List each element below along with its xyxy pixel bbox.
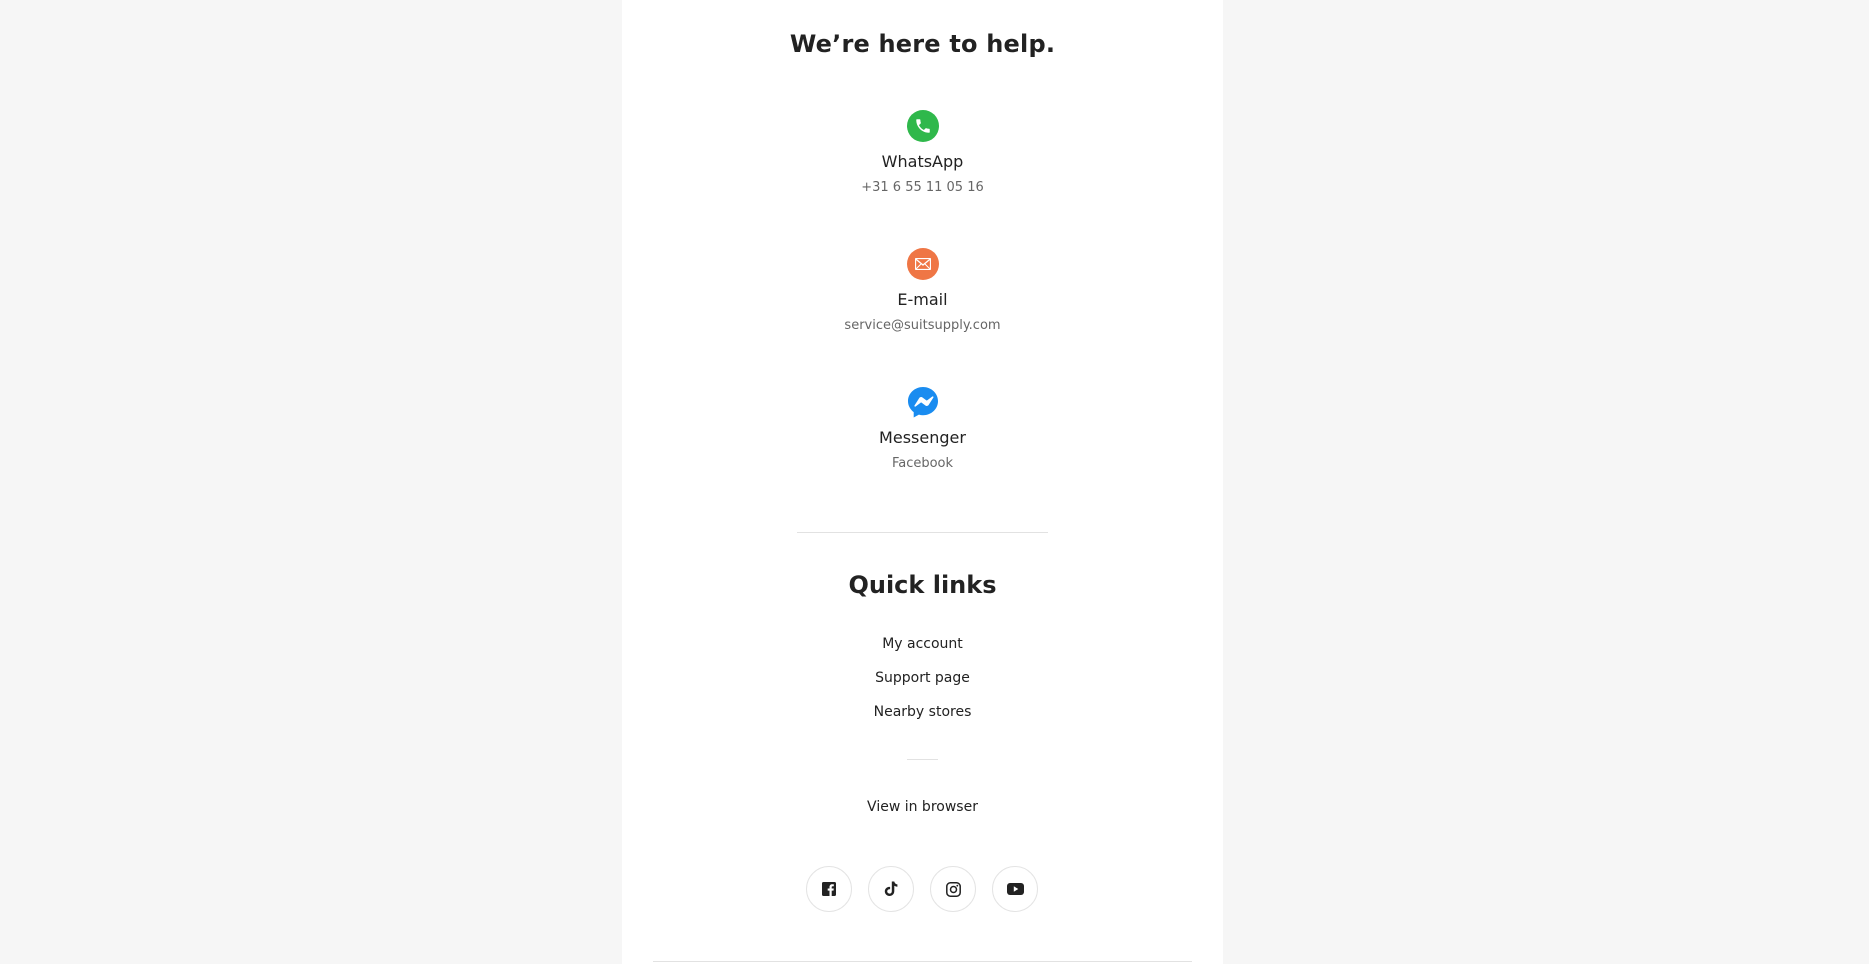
footer-divider [653,961,1192,962]
link-support-page[interactable]: Support page [622,670,1223,686]
contact-subtitle[interactable]: Facebook [622,456,1223,471]
email-column: We’re here to help. WhatsApp +31 6 55 11… [622,0,1223,964]
youtube-button[interactable] [992,866,1038,912]
contact-whatsapp[interactable]: WhatsApp +31 6 55 11 05 16 [622,110,1223,195]
quick-links-heading: Quick links [848,571,997,599]
facebook-icon [822,882,836,896]
tiktok-icon [884,881,898,896]
link-nearby-stores[interactable]: Nearby stores [622,704,1223,720]
instagram-button[interactable] [930,866,976,912]
facebook-button[interactable] [806,866,852,912]
social-links [806,866,1038,912]
divider-short [907,759,938,760]
link-my-account[interactable]: My account [622,636,1223,652]
instagram-icon [945,881,961,897]
contact-title: WhatsApp [881,152,964,171]
youtube-icon [1006,883,1024,895]
help-heading: We’re here to help. [789,30,1056,58]
contact-title: Messenger [879,428,966,447]
messenger-icon [907,386,939,418]
email-icon [906,248,939,280]
divider [797,532,1048,533]
whatsapp-icon [906,110,939,142]
contact-subtitle[interactable]: +31 6 55 11 05 16 [622,180,1223,195]
contact-title: E-mail [897,290,948,309]
view-in-browser-link[interactable]: View in browser [622,799,1223,815]
tiktok-button[interactable] [868,866,914,912]
contact-messenger[interactable]: Messenger Facebook [622,386,1223,471]
contact-email[interactable]: E-mail service@suitsupply.com [622,248,1223,333]
contact-subtitle[interactable]: service@suitsupply.com [622,318,1223,333]
